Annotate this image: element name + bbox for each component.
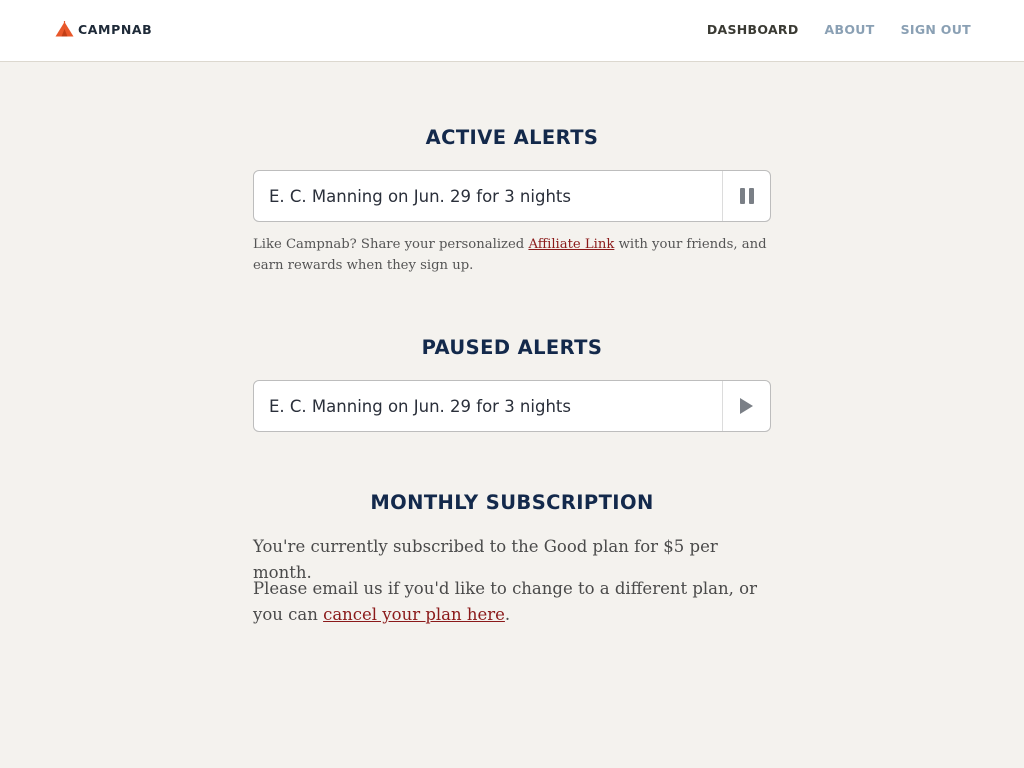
nav-about-link[interactable]: ABOUT [825, 22, 875, 37]
nav-sign-out-link[interactable]: SIGN OUT [901, 22, 971, 37]
paused-alert-text: E. C. Manning on Jun. 29 for 3 nights [269, 396, 571, 416]
main-nav: DASHBOARD ABOUT SIGN OUT [707, 22, 971, 37]
tent-icon [55, 21, 74, 37]
affiliate-link[interactable]: Affiliate Link [528, 237, 614, 252]
affiliate-note: Like Campnab? Share your personalized Af… [253, 234, 771, 276]
subscription-change-period: . [504, 605, 511, 624]
brand-name: CAMPNAB [78, 21, 153, 37]
play-icon [740, 398, 753, 414]
affiliate-note-text-before: Like Campnab? Share your personalized [253, 237, 529, 252]
pause-alert-button[interactable] [722, 171, 770, 221]
paused-alert-card: E. C. Manning on Jun. 29 for 3 nights [253, 380, 771, 432]
pause-icon [739, 188, 754, 204]
subscription-title: MONTHLY SUBSCRIPTION [370, 491, 654, 514]
top-navigation-bar: CAMPNAB DASHBOARD ABOUT SIGN OUT [0, 0, 1024, 62]
paused-alerts-title: PAUSED ALERTS [421, 336, 603, 359]
brand-logo[interactable]: CAMPNAB [55, 21, 152, 37]
active-alert-card: E. C. Manning on Jun. 29 for 3 nights [253, 170, 771, 222]
nav-dashboard-link[interactable]: DASHBOARD [707, 22, 799, 37]
active-alert-text: E. C. Manning on Jun. 29 for 3 nights [269, 186, 571, 206]
subscription-change-note: Please email us if you'd like to change … [253, 576, 771, 628]
active-alerts-title: ACTIVE ALERTS [425, 126, 599, 149]
resume-alert-button[interactable] [722, 381, 770, 431]
cancel-plan-link[interactable]: cancel your plan here [323, 605, 505, 624]
